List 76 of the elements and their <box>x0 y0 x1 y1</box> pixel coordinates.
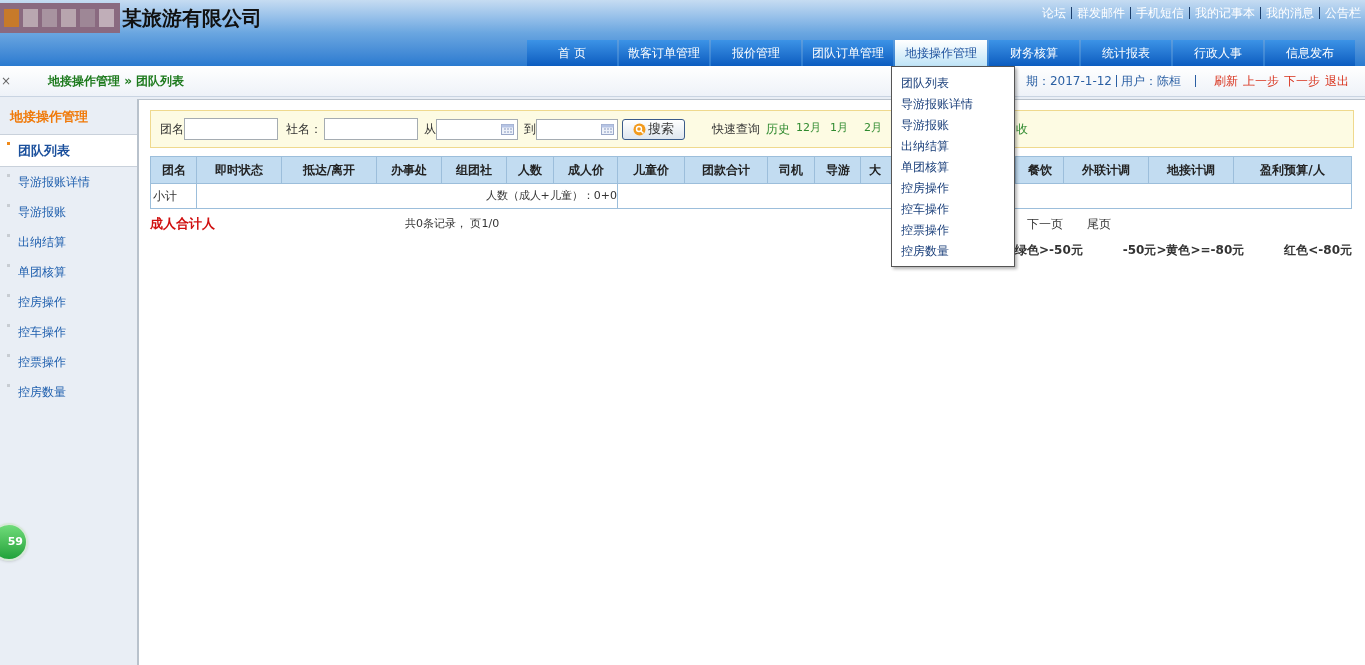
breadcrumb: 地接操作管理 » 团队列表 <box>48 73 185 90</box>
total-label: 成人合计人 <box>150 215 216 234</box>
nav-tab[interactable]: 散客订单管理 <box>619 40 709 66</box>
sidebar-item[interactable]: 导游报账 <box>0 197 137 227</box>
dropdown-item[interactable]: 控票操作 <box>901 219 1014 240</box>
text-field[interactable] <box>184 118 278 140</box>
legend-text: 红色<-80元 <box>1284 242 1352 259</box>
sidebar-item[interactable]: 控车操作 <box>0 317 137 347</box>
table-cell: 人数（成人+儿童）：0+0 <box>196 183 618 209</box>
sidebar-item[interactable]: 控房操作 <box>0 287 137 317</box>
column-header: 导游 <box>814 156 861 184</box>
column-header: 团名 <box>150 156 197 184</box>
pager-link[interactable]: 尾页 <box>1087 215 1112 233</box>
action-link[interactable]: 退出 <box>1325 72 1349 90</box>
quick-query-label: 快速查询 <box>712 121 760 138</box>
sidebar-item[interactable]: 导游报账详情 <box>0 167 137 197</box>
action-link[interactable]: 上一步 <box>1243 72 1279 90</box>
date-field[interactable] <box>436 118 518 140</box>
calendar-icon <box>501 123 514 135</box>
dropdown-item[interactable]: 团队列表 <box>901 72 1014 93</box>
column-header: 团款合计 <box>684 156 768 184</box>
quick-link[interactable]: 历史 <box>766 120 794 138</box>
calendar-icon <box>601 123 614 135</box>
search-button[interactable]: 搜索 <box>622 118 685 140</box>
field-label: 团名 <box>160 121 184 138</box>
column-header: 成人价 <box>553 156 618 184</box>
nav-tab[interactable]: 信息发布 <box>1265 40 1355 66</box>
column-header: 外联计调 <box>1063 156 1149 184</box>
quick-link[interactable]: 1月 <box>830 120 862 138</box>
logo-icon <box>0 3 120 33</box>
legend-text: 绿色>-50元 <box>1015 242 1083 259</box>
sidebar-item[interactable]: 团队列表 <box>0 135 137 167</box>
sidebar-item[interactable]: 控票操作 <box>0 347 137 377</box>
nav-tab[interactable]: 财务核算 <box>989 40 1079 66</box>
dropdown-item[interactable]: 控车操作 <box>901 198 1014 219</box>
column-header: 司机 <box>767 156 815 184</box>
nav-tab[interactable]: 首 页 <box>527 40 617 66</box>
nav-tab[interactable]: 报价管理 <box>711 40 801 66</box>
action-link[interactable]: 刷新 <box>1214 72 1238 90</box>
sidebar-item[interactable]: 出纳结算 <box>0 227 137 257</box>
dropdown-item[interactable]: 控房数量 <box>901 240 1014 261</box>
field-label: 社名： <box>286 121 322 138</box>
text-field[interactable] <box>324 118 418 140</box>
quick-link[interactable]: 收 <box>1016 120 1028 138</box>
column-header: 抵达/离开 <box>281 156 377 184</box>
column-header: 组团社 <box>441 156 507 184</box>
column-header: 人数 <box>506 156 554 184</box>
date-text: 期：2017-1-12 <box>1025 73 1112 90</box>
field-label: 从 <box>424 121 436 138</box>
nav-tab[interactable]: 团队订单管理 <box>803 40 893 66</box>
column-header: 盈利预算/人 <box>1233 156 1352 184</box>
dropdown-item[interactable]: 导游报账详情 <box>901 93 1014 114</box>
close-icon[interactable]: × <box>0 72 12 90</box>
nav-tab[interactable]: 地接操作管理 <box>895 40 987 66</box>
nav-tab[interactable]: 行政人事 <box>1173 40 1263 66</box>
company-name: 某旅游有限公司 <box>122 5 262 32</box>
nav-tab[interactable]: 统计报表 <box>1081 40 1171 66</box>
record-count: 共0条记录， 页1/0 <box>405 215 500 232</box>
quick-link[interactable]: 12月 <box>796 120 828 138</box>
table-cell: 小计 <box>150 183 197 209</box>
action-link[interactable]: 下一步 <box>1284 72 1320 90</box>
sidebar-item[interactable]: 单团核算 <box>0 257 137 287</box>
column-header: 儿童价 <box>617 156 685 184</box>
date-field[interactable] <box>536 118 618 140</box>
legend-text: -50元>黄色>=-80元 <box>1122 242 1245 259</box>
sidebar-item[interactable]: 控房数量 <box>0 377 137 407</box>
dropdown-item[interactable]: 出纳结算 <box>901 135 1014 156</box>
column-header: 地接计调 <box>1148 156 1234 184</box>
column-header: 办事处 <box>376 156 442 184</box>
pager-link[interactable]: 下一页 <box>1027 215 1064 233</box>
search-icon <box>633 122 646 136</box>
dropdown-item[interactable]: 导游报账 <box>901 114 1014 135</box>
column-header: 即时状态 <box>196 156 282 184</box>
user-text: 用户：陈桓 <box>1121 73 1181 90</box>
dropdown-item[interactable]: 单团核算 <box>901 156 1014 177</box>
field-label: 到 <box>524 121 536 138</box>
